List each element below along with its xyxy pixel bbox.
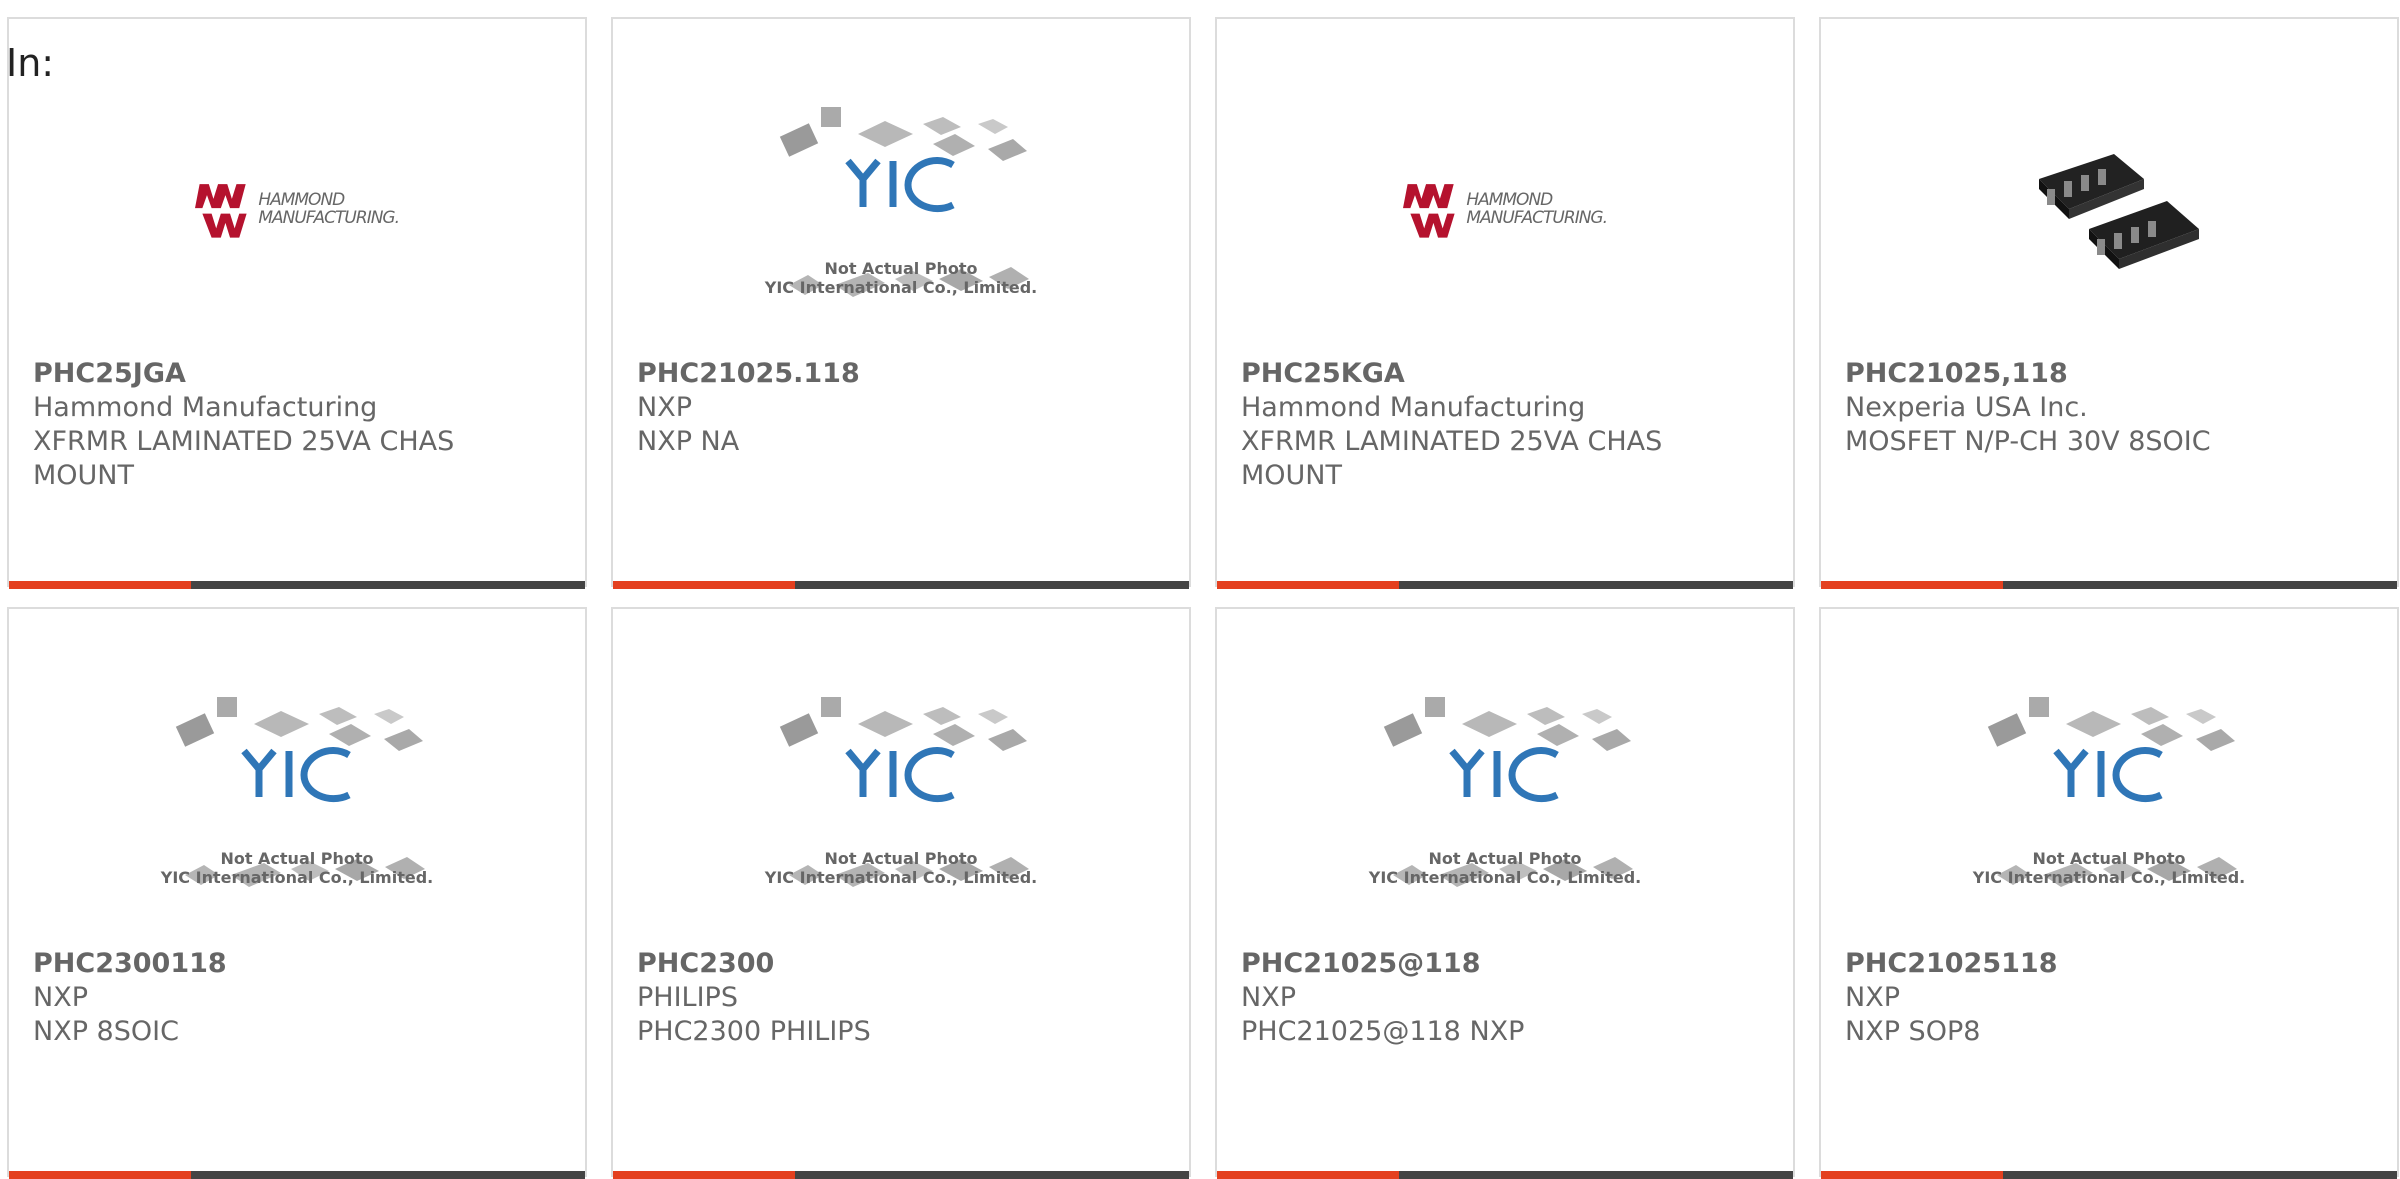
description: NXP SOP8 [1845, 1016, 1981, 1047]
logo-text-line-1: HAMMOND [1466, 190, 1553, 210]
caption-line-2: YIC International Co., Limited. [1972, 868, 2246, 887]
card-bottom-accent [9, 1171, 191, 1179]
card-bottom-bar [9, 581, 585, 589]
caption-line-2: YIC International Co., Limited. [1368, 868, 1642, 887]
photo-caption: Not Actual Photo YIC International Co., … [763, 849, 1039, 887]
card-bottom-bar [613, 1171, 1189, 1179]
part-number[interactable]: PHC21025118 [1845, 947, 2285, 981]
product-card[interactable]: Not Actual Photo YIC International Co., … [611, 607, 1191, 1179]
product-image [1971, 89, 2247, 329]
caption-line-1: Not Actual Photo [824, 259, 978, 278]
product-card[interactable]: PHC21025,118 Nexperia USA Inc. MOSFET N/… [1819, 17, 2399, 589]
description: NXP 8SOIC [33, 1016, 179, 1047]
logo-text-line-2: MANUFACTURING. [1466, 208, 1608, 228]
part-number[interactable]: PHC21025.118 [637, 357, 1077, 391]
caption-line-1: Not Actual Photo [1428, 849, 1582, 868]
manufacturer: NXP [1845, 982, 1900, 1013]
photo-caption: Not Actual Photo YIC International Co., … [763, 259, 1039, 297]
product-image: HAMMOND MANUFACTURING. [1367, 89, 1643, 329]
product-text: PHC21025118 NXP NXP SOP8 [1845, 947, 2285, 1049]
caption-line-2: YIC International Co., Limited. [160, 868, 434, 887]
manufacturer: Hammond Manufacturing [33, 392, 378, 423]
description: PHC21025@118 NXP [1241, 1016, 1525, 1047]
hammond-mark-icon [195, 184, 247, 238]
product-image: Not Actual Photo YIC International Co., … [1971, 679, 2247, 919]
manufacturer: Nexperia USA Inc. [1845, 392, 2088, 423]
part-number[interactable]: PHC21025@118 [1241, 947, 1681, 981]
product-card[interactable]: HAMMOND MANUFACTURING. PHC25JGA Hammond … [7, 17, 587, 589]
product-image: Not Actual Photo YIC International Co., … [763, 89, 1039, 329]
logo-text-line-2: MANUFACTURING. [258, 208, 400, 228]
product-grid: HAMMOND MANUFACTURING. PHC25JGA Hammond … [7, 17, 2399, 1179]
not-actual-photo: Not Actual Photo YIC International Co., … [159, 679, 435, 919]
caption-line-2: YIC International Co., Limited. [764, 868, 1038, 887]
hammond-logo: HAMMOND MANUFACTURING. [195, 164, 400, 254]
manufacturer: PHILIPS [637, 982, 738, 1013]
photo-caption: Not Actual Photo YIC International Co., … [1367, 849, 1643, 887]
manufacturer: NXP [33, 982, 88, 1013]
card-bottom-accent [9, 581, 191, 589]
description: XFRMR LAMINATED 25VA CHAS MOUNT [1241, 426, 1663, 491]
product-text: PHC21025.118 NXP NXP NA [637, 357, 1077, 459]
description: NXP NA [637, 426, 740, 457]
product-card[interactable]: Not Actual Photo YIC International Co., … [611, 17, 1191, 589]
product-text: PHC2300118 NXP NXP 8SOIC [33, 947, 473, 1049]
product-card[interactable]: Not Actual Photo YIC International Co., … [1819, 607, 2399, 1179]
part-number[interactable]: PHC25KGA [1241, 357, 1681, 391]
manufacturer: NXP [1241, 982, 1296, 1013]
caption-line-2: YIC International Co., Limited. [764, 278, 1038, 297]
caption-line-1: Not Actual Photo [824, 849, 978, 868]
description: PHC2300 PHILIPS [637, 1016, 871, 1047]
hammond-logo: HAMMOND MANUFACTURING. [1403, 164, 1608, 254]
product-text: PHC21025,118 Nexperia USA Inc. MOSFET N/… [1845, 357, 2285, 459]
description: MOSFET N/P-CH 30V 8SOIC [1845, 426, 2211, 457]
card-bottom-accent [1821, 581, 2003, 589]
product-image: Not Actual Photo YIC International Co., … [1367, 679, 1643, 919]
card-bottom-bar [1217, 581, 1793, 589]
manufacturer: Hammond Manufacturing [1241, 392, 1586, 423]
card-bottom-bar [9, 1171, 585, 1179]
caption-line-1: Not Actual Photo [2032, 849, 2186, 868]
card-bottom-accent [1821, 1171, 2003, 1179]
card-bottom-accent [1217, 1171, 1399, 1179]
card-bottom-bar [1821, 1171, 2397, 1179]
product-card[interactable]: Not Actual Photo YIC International Co., … [1215, 607, 1795, 1179]
product-text: PHC25KGA Hammond Manufacturing XFRMR LAM… [1241, 357, 1681, 493]
chip-photo-icon [1989, 109, 2229, 309]
card-bottom-bar [1217, 1171, 1793, 1179]
caption-line-1: Not Actual Photo [220, 849, 374, 868]
card-bottom-accent [1217, 581, 1399, 589]
manufacturer: NXP [637, 392, 692, 423]
product-image: Not Actual Photo YIC International Co., … [763, 679, 1039, 919]
not-actual-photo: Not Actual Photo YIC International Co., … [1367, 679, 1643, 919]
not-actual-photo: Not Actual Photo YIC International Co., … [1971, 679, 2247, 919]
product-card[interactable]: HAMMOND MANUFACTURING. PHC25KGA Hammond … [1215, 17, 1795, 589]
search-in-label: In: [6, 41, 55, 85]
product-text: PHC25JGA Hammond Manufacturing XFRMR LAM… [33, 357, 473, 493]
part-number[interactable]: PHC21025,118 [1845, 357, 2285, 391]
product-image: HAMMOND MANUFACTURING. [159, 89, 435, 329]
not-actual-photo: Not Actual Photo YIC International Co., … [763, 89, 1039, 329]
card-bottom-accent [613, 581, 795, 589]
part-number[interactable]: PHC25JGA [33, 357, 473, 391]
description: XFRMR LAMINATED 25VA CHAS MOUNT [33, 426, 455, 491]
not-actual-photo: Not Actual Photo YIC International Co., … [763, 679, 1039, 919]
part-number[interactable]: PHC2300 [637, 947, 1077, 981]
card-bottom-bar [613, 581, 1189, 589]
photo-caption: Not Actual Photo YIC International Co., … [1971, 849, 2247, 887]
product-image: Not Actual Photo YIC International Co., … [159, 679, 435, 919]
hammond-mark-icon [1403, 184, 1455, 238]
photo-caption: Not Actual Photo YIC International Co., … [159, 849, 435, 887]
logo-text-line-1: HAMMOND [258, 190, 345, 210]
part-number[interactable]: PHC2300118 [33, 947, 473, 981]
product-text: PHC21025@118 NXP PHC21025@118 NXP [1241, 947, 1681, 1049]
product-card[interactable]: Not Actual Photo YIC International Co., … [7, 607, 587, 1179]
card-bottom-accent [613, 1171, 795, 1179]
card-bottom-bar [1821, 581, 2397, 589]
product-text: PHC2300 PHILIPS PHC2300 PHILIPS [637, 947, 1077, 1049]
